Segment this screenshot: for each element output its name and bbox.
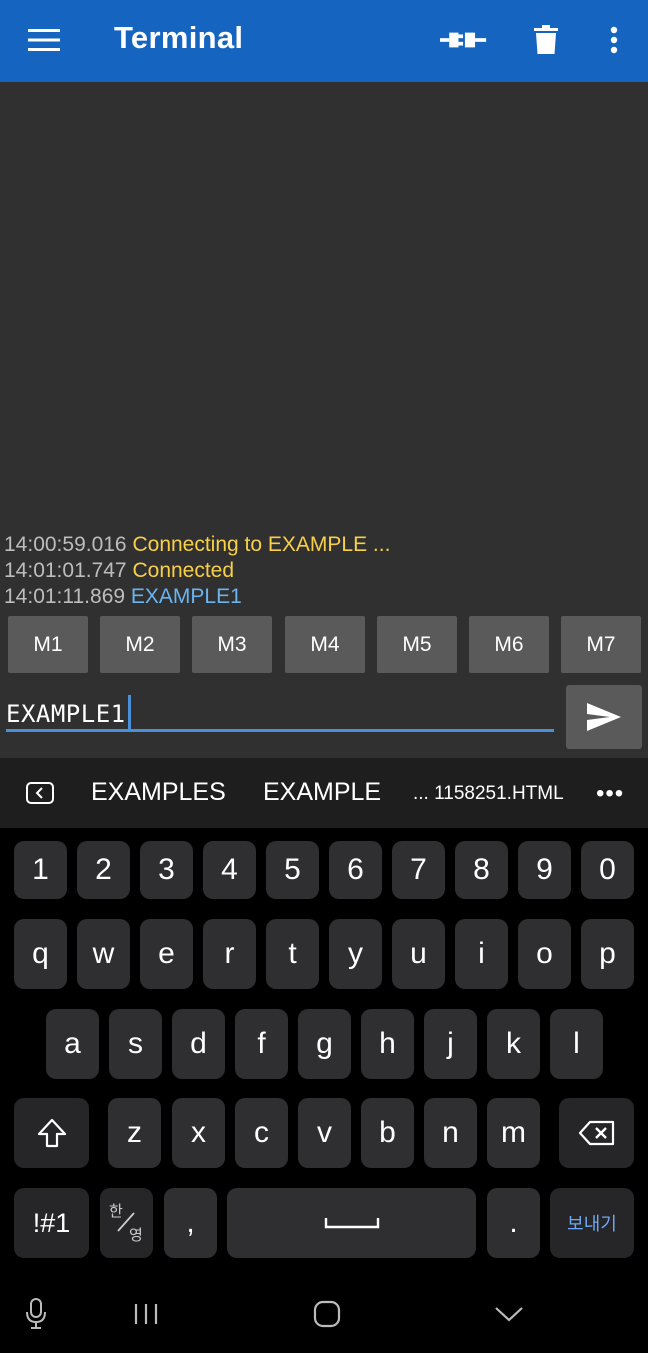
- log-message: Connecting to EXAMPLE ...: [132, 533, 391, 556]
- log-timestamp: 14:01:11.869: [4, 585, 126, 608]
- macro-button-m4[interactable]: M4: [285, 616, 365, 673]
- key-1[interactable]: 1: [14, 841, 67, 899]
- microphone-icon[interactable]: [16, 1296, 56, 1332]
- key-q[interactable]: q: [14, 919, 67, 989]
- macro-button-m6[interactable]: M6: [469, 616, 549, 673]
- connect-plug-icon[interactable]: [440, 18, 488, 62]
- key-d[interactable]: d: [172, 1009, 225, 1079]
- key-f[interactable]: f: [235, 1009, 288, 1079]
- send-enter-key[interactable]: 보내기: [550, 1188, 634, 1258]
- terminal-log: 14:00:59.016 Connecting to EXAMPLE ... 1…: [4, 532, 644, 610]
- key-e[interactable]: e: [140, 919, 193, 989]
- log-line: 14:01:11.869 EXAMPLE1: [4, 584, 644, 610]
- key-2[interactable]: 2: [77, 841, 130, 899]
- recent-apps-icon[interactable]: [126, 1296, 166, 1332]
- shift-icon: [37, 1118, 66, 1148]
- key-u[interactable]: u: [392, 919, 445, 989]
- key-k[interactable]: k: [487, 1009, 540, 1079]
- send-icon: [587, 703, 621, 731]
- hide-keyboard-icon[interactable]: [489, 1296, 529, 1332]
- backspace-icon: [578, 1120, 614, 1146]
- log-message: EXAMPLE1: [130, 585, 242, 608]
- app-bar: Terminal: [0, 0, 648, 82]
- key-h[interactable]: h: [361, 1009, 414, 1079]
- macro-button-m3[interactable]: M3: [192, 616, 272, 673]
- key-5[interactable]: 5: [266, 841, 319, 899]
- suggestion-item[interactable]: ... 1158251.HTML: [413, 783, 564, 805]
- lang-english-label: 영: [129, 1226, 143, 1244]
- suggestion-item[interactable]: EXAMPLES: [91, 778, 226, 807]
- key-3[interactable]: 3: [140, 841, 193, 899]
- key-r[interactable]: r: [203, 919, 256, 989]
- send-text-value: EXAMPLE1: [6, 700, 126, 728]
- macro-button-m2[interactable]: M2: [100, 616, 180, 673]
- key-6[interactable]: 6: [329, 841, 382, 899]
- collapse-toolbar-icon[interactable]: [26, 782, 54, 804]
- keyboard: 1 2 3 4 5 6 7 8 9 0 q w e r t y u i o p …: [0, 828, 648, 1276]
- key-l[interactable]: l: [550, 1009, 603, 1079]
- suggestion-item[interactable]: EXAMPLE: [263, 778, 381, 807]
- send-text-input[interactable]: EXAMPLE1: [6, 695, 554, 732]
- log-message: Connected: [132, 559, 235, 582]
- language-switch-key[interactable]: 한 영: [100, 1188, 153, 1258]
- log-timestamp: 14:00:59.016: [4, 533, 127, 556]
- key-o[interactable]: o: [518, 919, 571, 989]
- comma-key[interactable]: ,: [164, 1188, 217, 1258]
- key-v[interactable]: v: [298, 1098, 351, 1168]
- key-p[interactable]: p: [581, 919, 634, 989]
- key-m[interactable]: m: [487, 1098, 540, 1168]
- backspace-key[interactable]: [559, 1098, 634, 1168]
- key-s[interactable]: s: [109, 1009, 162, 1079]
- more-suggestions-icon[interactable]: •••: [596, 780, 624, 808]
- key-t[interactable]: t: [266, 919, 319, 989]
- macro-bar: M1 M2 M3 M4 M5 M6 M7: [0, 616, 648, 674]
- more-vert-icon[interactable]: [590, 18, 638, 62]
- key-c[interactable]: c: [235, 1098, 288, 1168]
- key-a[interactable]: a: [46, 1009, 99, 1079]
- key-w[interactable]: w: [77, 919, 130, 989]
- key-j[interactable]: j: [424, 1009, 477, 1079]
- shift-key[interactable]: [14, 1098, 89, 1168]
- space-bar-icon: [324, 1218, 379, 1229]
- key-z[interactable]: z: [108, 1098, 161, 1168]
- system-nav-bar: [0, 1276, 648, 1353]
- macro-button-m7[interactable]: M7: [561, 616, 641, 673]
- menu-icon[interactable]: [24, 22, 64, 58]
- send-button[interactable]: [566, 685, 642, 749]
- home-icon[interactable]: [307, 1296, 347, 1332]
- key-7[interactable]: 7: [392, 841, 445, 899]
- key-4[interactable]: 4: [203, 841, 256, 899]
- text-caret: [127, 695, 131, 729]
- key-9[interactable]: 9: [518, 841, 571, 899]
- period-key[interactable]: .: [487, 1188, 540, 1258]
- terminal-panel: 14:00:59.016 Connecting to EXAMPLE ... 1…: [0, 82, 648, 758]
- key-x[interactable]: x: [172, 1098, 225, 1168]
- key-0[interactable]: 0: [581, 841, 634, 899]
- key-i[interactable]: i: [455, 919, 508, 989]
- key-n[interactable]: n: [424, 1098, 477, 1168]
- space-key[interactable]: [227, 1188, 476, 1258]
- key-8[interactable]: 8: [455, 841, 508, 899]
- key-b[interactable]: b: [361, 1098, 414, 1168]
- trash-icon[interactable]: [522, 18, 570, 62]
- log-line: 14:00:59.016 Connecting to EXAMPLE ...: [4, 532, 644, 558]
- symbols-key[interactable]: !#1: [14, 1188, 89, 1258]
- key-y[interactable]: y: [329, 919, 382, 989]
- log-timestamp: 14:01:01.747: [4, 559, 127, 582]
- suggestion-strip: EXAMPLES EXAMPLE ... 1158251.HTML •••: [0, 758, 648, 828]
- macro-button-m1[interactable]: M1: [8, 616, 88, 673]
- send-row: EXAMPLE1: [0, 682, 648, 752]
- log-line: 14:01:01.747 Connected: [4, 558, 644, 584]
- key-g[interactable]: g: [298, 1009, 351, 1079]
- page-title: Terminal: [114, 20, 244, 55]
- macro-button-m5[interactable]: M5: [377, 616, 457, 673]
